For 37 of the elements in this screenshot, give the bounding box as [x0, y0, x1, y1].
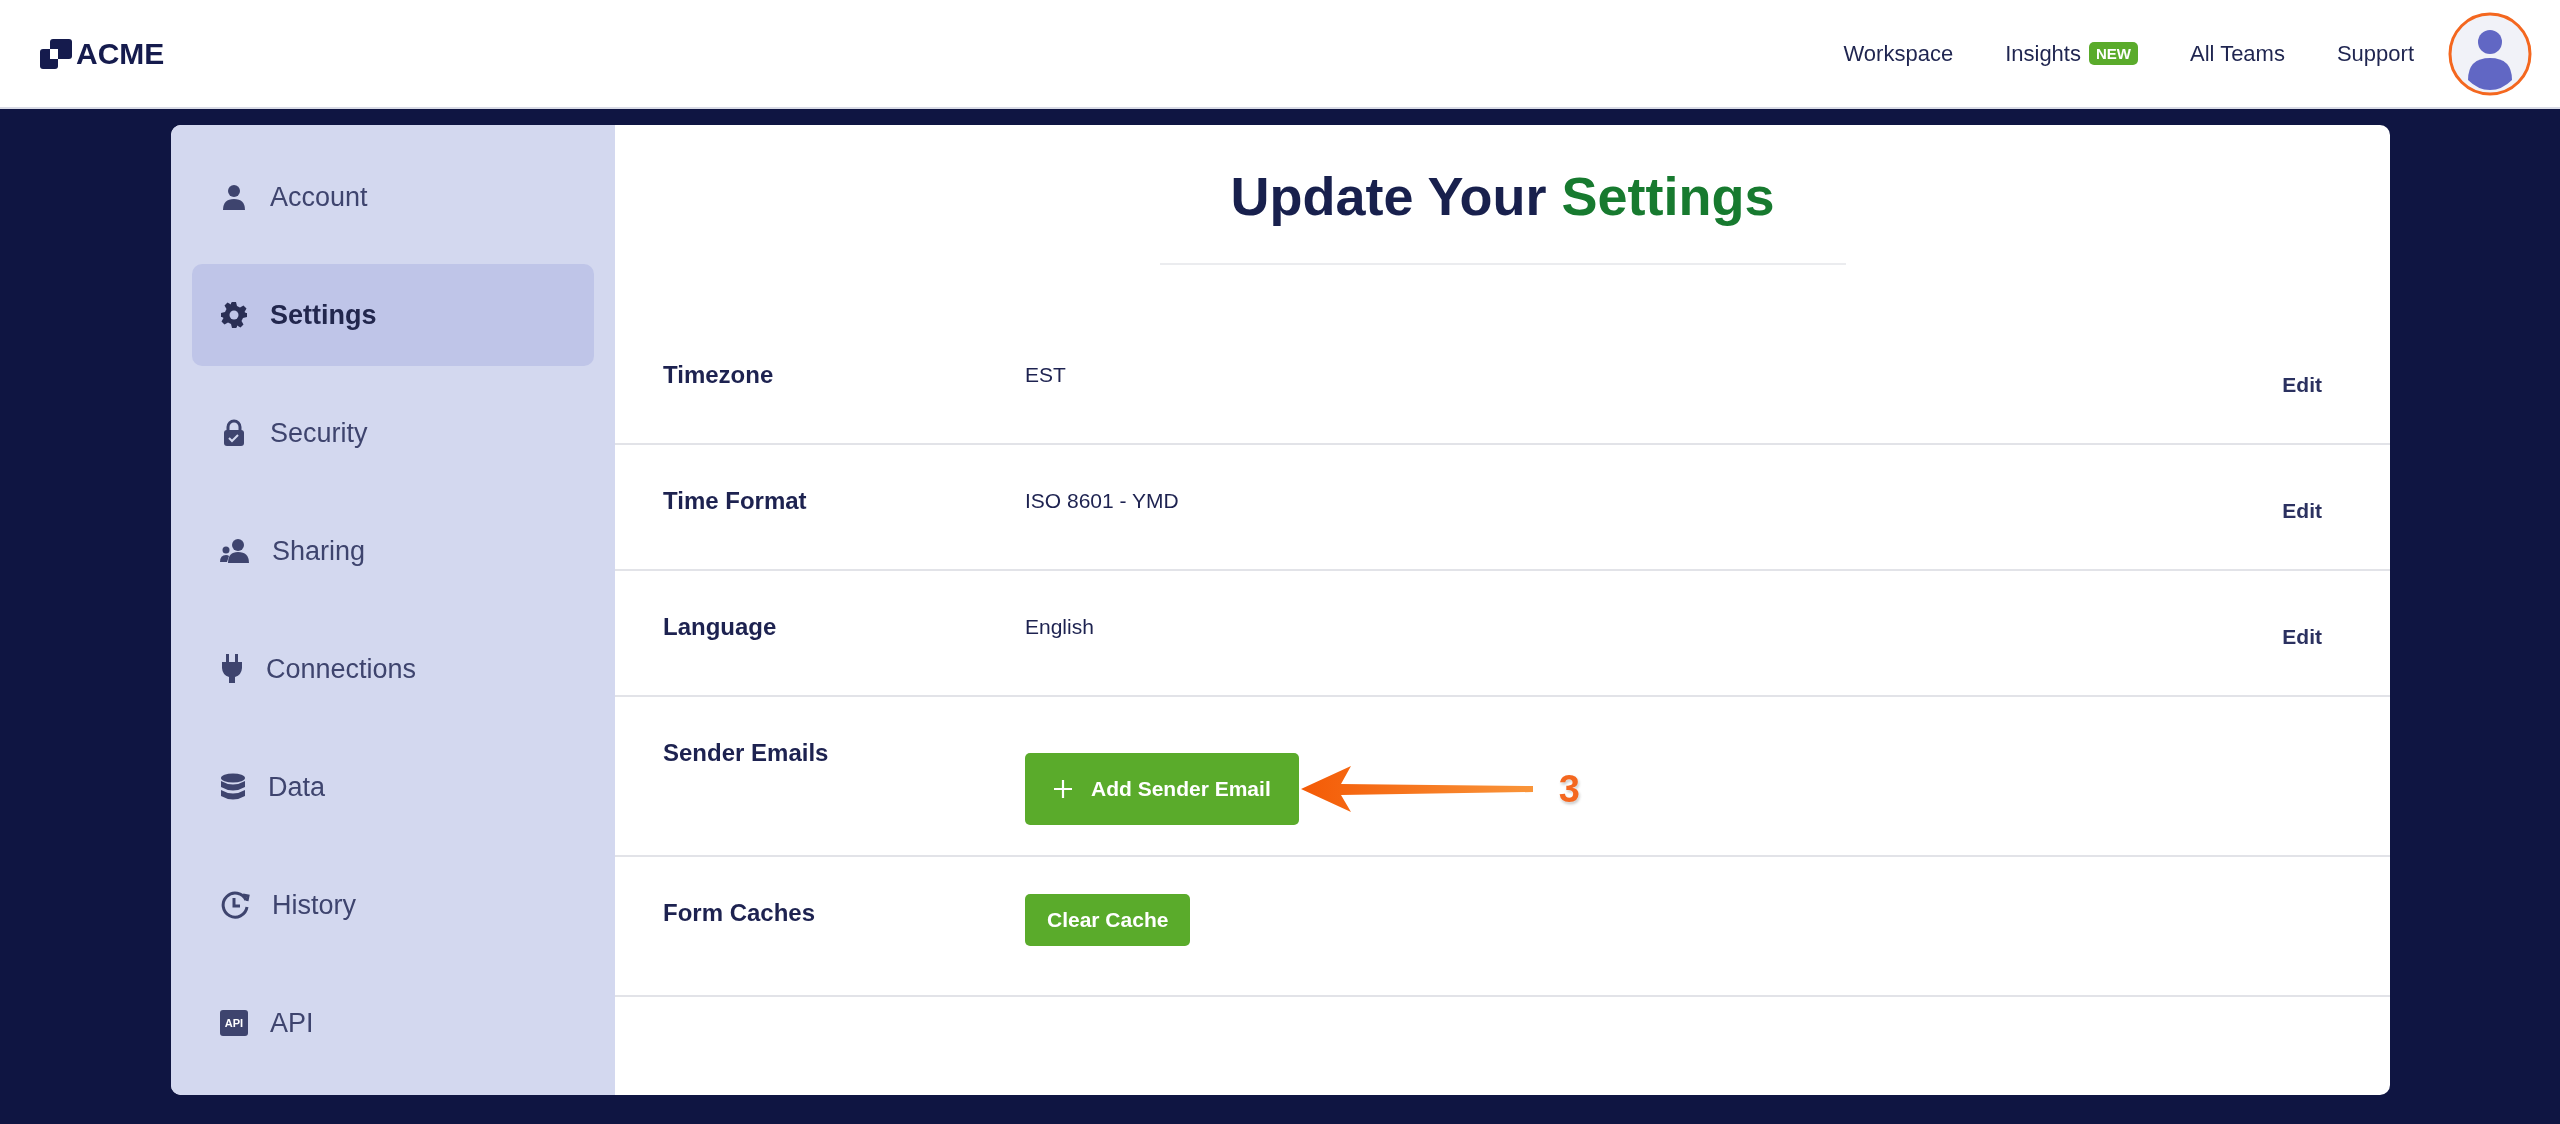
plus-icon [1053, 779, 1073, 799]
setting-value: English [1025, 614, 1095, 640]
nav-link[interactable]: All Teams [2189, 40, 2285, 67]
sidebar-item[interactable]: Account [192, 146, 594, 248]
setting-label: Timezone [662, 360, 775, 390]
settings-icon [220, 301, 248, 329]
sidebar-item[interactable]: Connections [192, 618, 594, 720]
setting-value: ISO 8601 - YMD [1025, 488, 1180, 514]
page-title: Update Your Settings [1230, 165, 1775, 227]
step-number: 3 [1558, 767, 1580, 811]
sidebar-item[interactable]: Sharing [192, 500, 594, 602]
setting-label: Language [662, 612, 778, 642]
nav-link[interactable]: Support [2336, 40, 2414, 67]
edit-link[interactable]: Edit [2282, 617, 2322, 649]
logo-icon [40, 38, 72, 69]
sidebar-item[interactable]: Security [192, 382, 594, 484]
api-icon: API [220, 1010, 248, 1036]
edit-link[interactable]: Edit [2282, 365, 2322, 397]
logo-text[interactable]: ACME [76, 36, 165, 71]
avatar-icon[interactable] [2448, 11, 2532, 96]
plug-icon [220, 654, 244, 684]
edit-link[interactable]: Edit [2282, 491, 2322, 523]
nav-link[interactable]: Insights [2005, 40, 2081, 67]
history-icon [220, 890, 250, 920]
sidebar-item[interactable]: Data [192, 736, 594, 838]
sidebar-item[interactable]: Settings [192, 264, 594, 366]
people-icon [220, 538, 250, 564]
setting-label: Form Caches [662, 898, 817, 928]
new-badge: NEW [2088, 42, 2138, 65]
setting-label: Sender Emails [662, 738, 830, 768]
setting-value: EST [1025, 362, 1067, 388]
database-icon [220, 773, 246, 801]
person-icon [220, 183, 248, 211]
sidebar-item[interactable]: API API [192, 972, 594, 1074]
setting-label: Time Format [662, 486, 808, 516]
nav-link[interactable]: Workspace [1843, 40, 1954, 67]
sidebar-item[interactable]: History [192, 854, 594, 956]
